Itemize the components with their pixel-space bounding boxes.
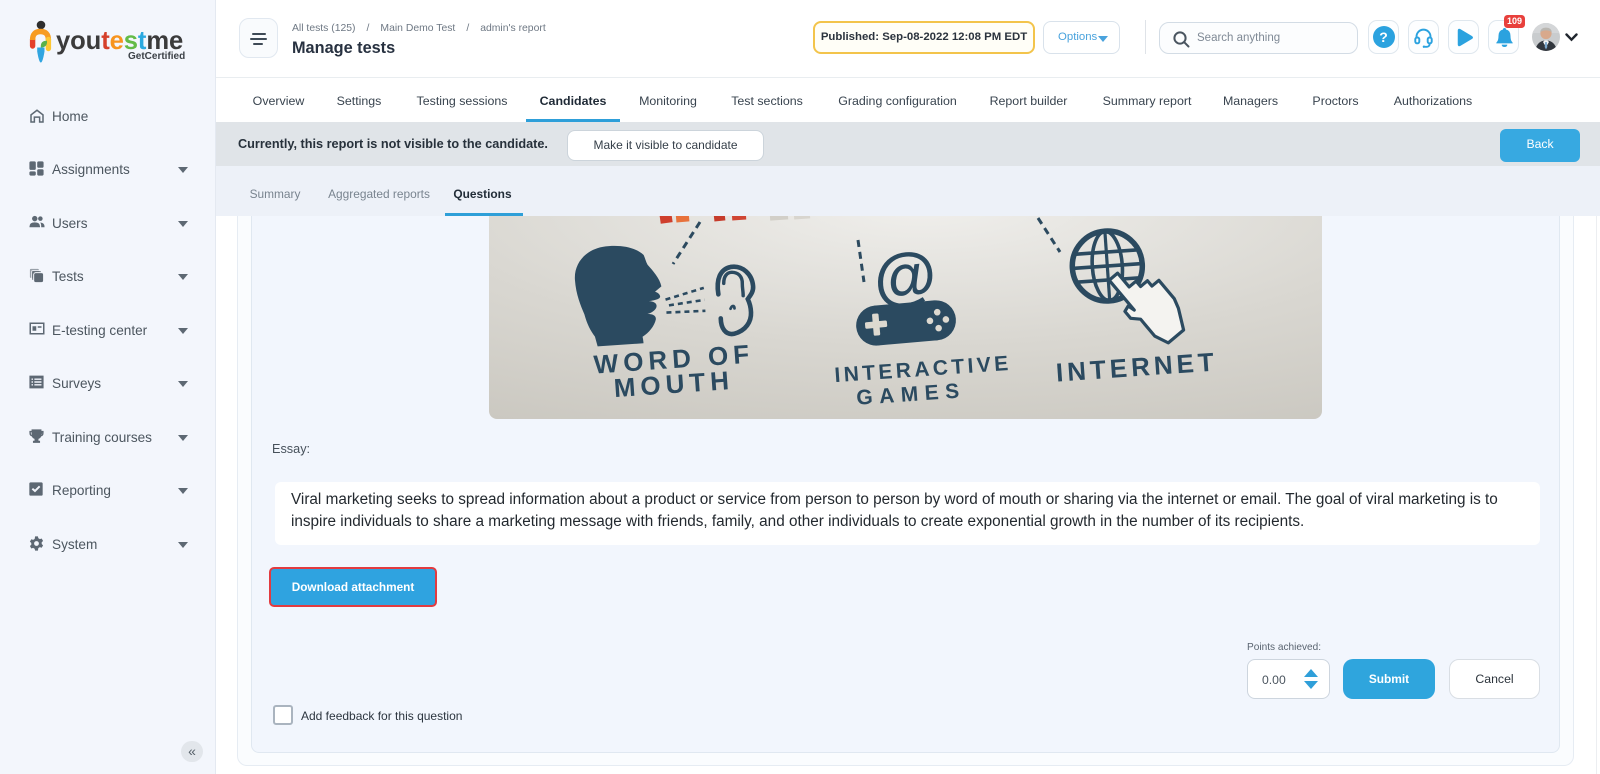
svg-text:INTERNET: INTERNET — [1055, 346, 1219, 387]
